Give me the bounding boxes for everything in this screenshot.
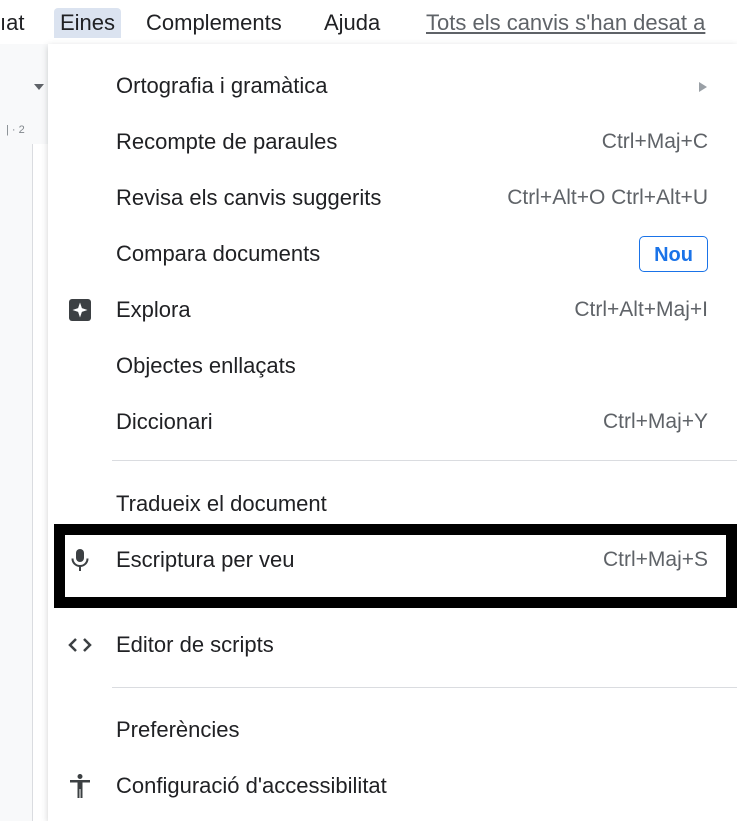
menu-addons[interactable]: Complements: [146, 8, 282, 38]
menu-item-label: Preferències: [116, 717, 240, 742]
menu-item-dictionary[interactable]: Diccionari Ctrl+Maj+Y: [48, 394, 737, 450]
menu-help[interactable]: Ajuda: [324, 8, 380, 38]
menu-item-label: Ortografia i gramàtica: [116, 73, 328, 98]
menu-item-review-suggested-edits[interactable]: Revisa els canvis suggerits Ctrl+Alt+O C…: [48, 170, 737, 226]
menu-item-label: Revisa els canvis suggerits: [116, 185, 382, 210]
chevron-down-icon[interactable]: [34, 84, 44, 90]
save-status-link[interactable]: Tots els canvis s'han desat a: [426, 8, 705, 38]
tools-dropdown-menu: Ortografia i gramàtica Recompte de parau…: [48, 44, 737, 821]
menu-item-translate-document[interactable]: Tradueix el document: [48, 476, 737, 532]
menu-item-explore[interactable]: Explora Ctrl+Alt+Maj+I: [48, 282, 737, 338]
menu-item-label: Recompte de paraules: [116, 129, 338, 154]
document-background: | · 2: [0, 44, 49, 821]
document-page[interactable]: [32, 144, 49, 821]
microphone-icon: [66, 546, 94, 574]
menu-separator: [112, 687, 737, 688]
menu-tools[interactable]: Eines: [54, 8, 122, 38]
menu-item-linked-objects[interactable]: Objectes enllaçats: [48, 338, 737, 394]
explore-icon: [66, 296, 94, 324]
menu-item-spelling-grammar[interactable]: Ortografia i gramàtica: [48, 58, 737, 114]
submenu-arrow-icon: [699, 82, 707, 92]
accessibility-icon: [66, 772, 94, 800]
menu-item-accessibility-settings[interactable]: Configuració d'accessibilitat: [48, 758, 737, 814]
menu-item-label: Tradueix el document: [116, 491, 327, 516]
menu-item-label: Editor de scripts: [116, 632, 274, 657]
menu-format[interactable]: ıat: [0, 8, 24, 38]
menu-item-preferences[interactable]: Preferències: [48, 702, 737, 758]
menu-item-script-editor[interactable]: Editor de scripts: [48, 617, 737, 673]
menu-item-label: Objectes enllaçats: [116, 353, 296, 378]
menu-item-shortcut: Ctrl+Maj+S: [602, 548, 708, 571]
menu-item-label: Configuració d'accessibilitat: [116, 773, 387, 798]
menu-bar: ıat Eines Complements Ajuda Tots els can…: [0, 0, 737, 44]
menu-item-shortcut: Ctrl+Maj+Y: [602, 410, 708, 433]
menu-item-shortcut: Ctrl+Alt+Maj+I: [574, 298, 708, 321]
new-badge: Nou: [639, 236, 708, 272]
menu-item-label: Explora: [116, 297, 191, 322]
menu-item-voice-typing[interactable]: Escriptura per veu Ctrl+Maj+S: [48, 532, 737, 588]
menu-item-label: Diccionari: [116, 409, 213, 434]
menu-item-shortcut: Ctrl+Maj+C: [601, 130, 708, 153]
code-icon: [66, 631, 94, 659]
menu-item-compare-documents[interactable]: Compara documents Nou: [48, 226, 737, 282]
menu-separator: [112, 460, 737, 461]
menu-item-label: Compara documents: [116, 241, 321, 266]
menu-item-shortcut: Ctrl+Alt+O Ctrl+Alt+U: [507, 186, 708, 209]
ruler: | · 2: [6, 124, 25, 136]
menu-item-label: Escriptura per veu: [116, 547, 295, 572]
menu-item-word-count[interactable]: Recompte de paraules Ctrl+Maj+C: [48, 114, 737, 170]
